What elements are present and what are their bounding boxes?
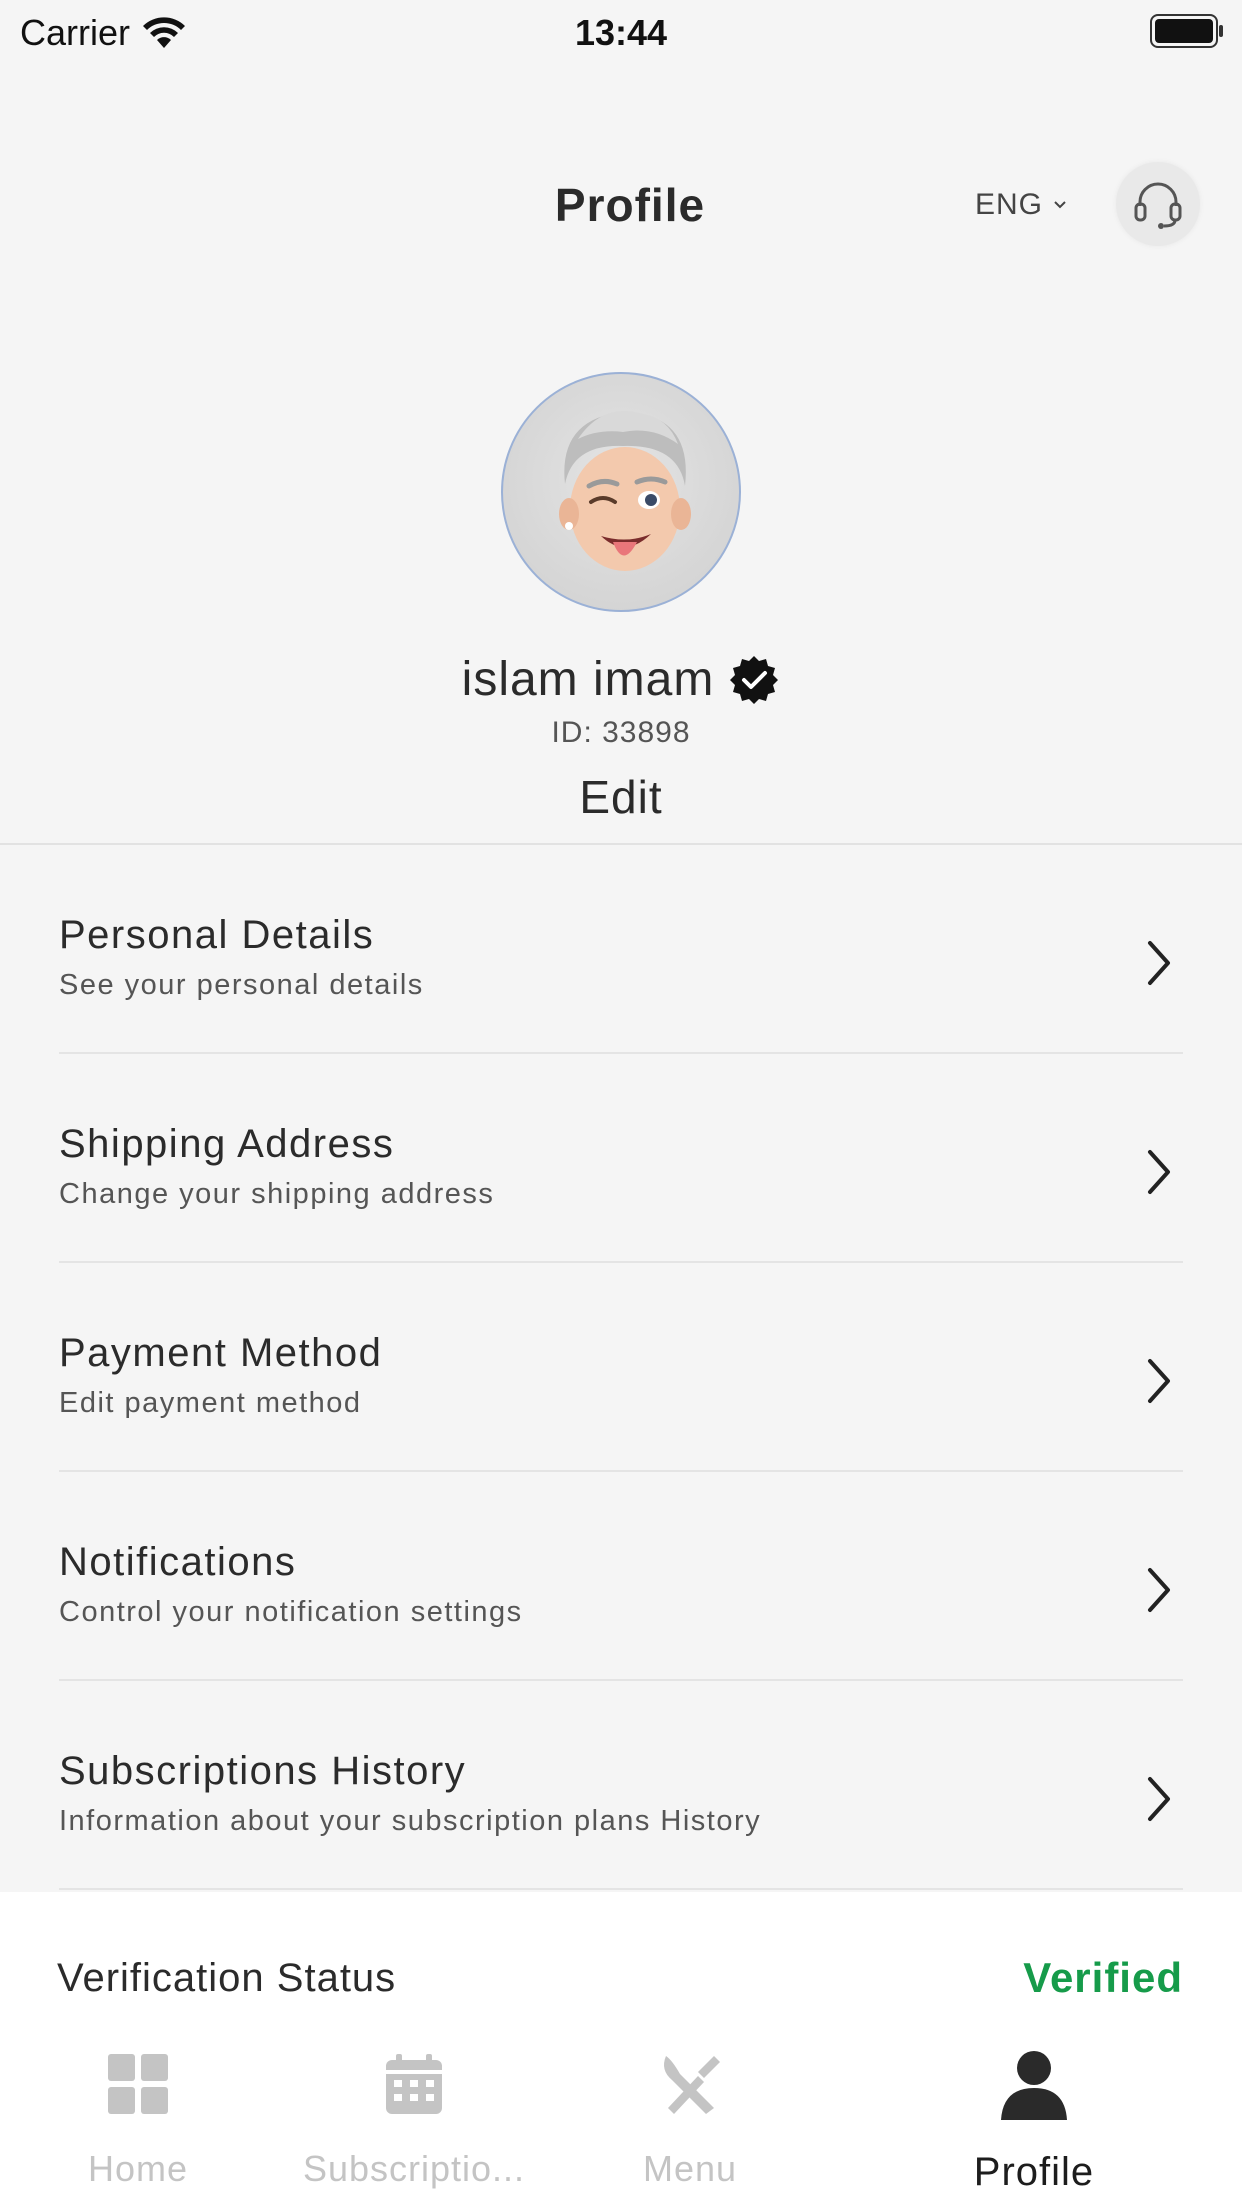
verification-status-row: Verification Status Verified [0, 1892, 1242, 2022]
support-button[interactable] [1116, 162, 1200, 246]
memoji-avatar-image [559, 411, 691, 571]
chevron-right-icon [1148, 1150, 1170, 1194]
chevron-right-icon [1148, 1359, 1170, 1403]
calendar-icon [386, 2054, 442, 2114]
menu-item-title: Shipping Address [59, 1122, 395, 1166]
tab-bar: Home Subscriptio... Menu Profile [0, 2022, 1242, 2208]
tab-label: Subscriptio... [302, 2148, 526, 2189]
user-name-row: islam imam [0, 652, 1242, 707]
verification-status-label: Verification Status [57, 1956, 397, 2000]
menu-item-subtitle: Information about your subscription plan… [59, 1805, 762, 1837]
menu-item-subtitle: Control your notification settings [59, 1596, 523, 1628]
menu-item-title: Subscriptions History [59, 1749, 467, 1793]
edit-profile-button[interactable]: Edit [0, 770, 1242, 824]
headset-icon [1134, 182, 1182, 229]
menu-item-payment-method[interactable]: Payment Method Edit payment method [0, 1263, 1242, 1472]
user-id: ID: 33898 [551, 716, 691, 749]
menu-item-subscriptions-history[interactable]: Subscriptions History Information about … [0, 1681, 1242, 1890]
tab-subscriptions[interactable]: Subscriptio... [276, 2022, 552, 2208]
menu-item-notifications[interactable]: Notifications Control your notification … [0, 1472, 1242, 1681]
chevron-right-icon [1148, 941, 1170, 985]
profile-menu-list: Personal Details See your personal detai… [0, 845, 1242, 1890]
menu-item-title: Personal Details [59, 913, 375, 957]
avatar[interactable] [501, 372, 741, 612]
status-bar: Carrier 13:44 [0, 0, 1242, 62]
menu-item-personal-details[interactable]: Personal Details See your personal detai… [0, 845, 1242, 1054]
user-name: islam imam [461, 653, 715, 706]
tab-label: Home [87, 2148, 189, 2189]
tab-label: Profile [973, 2150, 1095, 2194]
verification-status-value: Verified [1023, 1954, 1183, 2001]
menu-item-subtitle: Edit payment method [59, 1387, 362, 1419]
divider [59, 1888, 1183, 1890]
status-time: 13:44 [574, 12, 668, 53]
language-selector[interactable]: ENG [975, 188, 1067, 222]
menu-item-shipping-address[interactable]: Shipping Address Change your shipping ad… [0, 1054, 1242, 1263]
language-label: ENG [975, 188, 1044, 221]
menu-item-subtitle: See your personal details [59, 969, 424, 1001]
utensils-icon [664, 2056, 720, 2114]
chevron-right-icon [1148, 1568, 1170, 1612]
tab-home[interactable]: Home [0, 2022, 276, 2208]
person-icon [1001, 2051, 1067, 2120]
menu-item-subtitle: Change your shipping address [59, 1178, 495, 1210]
menu-item-title: Payment Method [59, 1331, 383, 1375]
chevron-down-icon [1054, 201, 1066, 209]
tab-label: Menu [642, 2148, 738, 2189]
grid-icon [108, 2054, 168, 2114]
tab-profile[interactable]: Profile [896, 2022, 1172, 2208]
tab-menu[interactable]: Menu [552, 2022, 828, 2208]
menu-item-title: Notifications [59, 1540, 297, 1584]
battery-icon [1150, 14, 1223, 48]
header: Profile ENG [0, 150, 1242, 260]
verified-badge-icon [730, 655, 779, 704]
chevron-right-icon [1148, 1777, 1170, 1821]
